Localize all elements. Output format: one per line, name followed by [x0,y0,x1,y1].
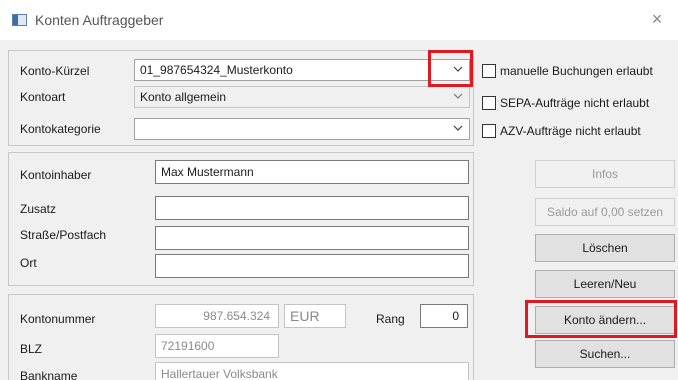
currency-value: EUR [290,308,320,324]
currency-field: EUR [284,304,346,328]
manuelle-buchungen-checkbox[interactable] [482,64,496,78]
blz-value: 72191600 [161,339,215,353]
konto-kuerzel-value: 01_987654324_Musterkonto [140,63,293,77]
sepa-auftraege-checkbox[interactable] [482,96,496,110]
blz-label: BLZ [20,342,43,356]
ort-label: Ort [20,256,37,270]
loeschen-button[interactable]: Löschen [535,234,675,262]
close-button[interactable]: × [646,8,668,30]
konto-kuerzel-label: Konto-Kürzel [20,64,90,78]
kontonummer-label: Kontonummer [20,312,96,326]
title-bar: Konten Auftraggeber × [0,0,678,40]
kontonummer-value: 987.654.324 [203,309,270,323]
kontokategorie-combo[interactable] [134,118,470,140]
window-icon [12,14,27,26]
sepa-auftraege-label[interactable]: SEPA-Aufträge nicht erlaubt [500,96,649,110]
chevron-down-icon[interactable] [447,87,469,107]
kontokategorie-label: Kontokategorie [20,122,101,136]
konto-aendern-button[interactable]: Konto ändern... [535,306,675,334]
kontoinhaber-field[interactable]: Max Mustermann [155,160,469,184]
ort-field[interactable] [155,254,469,278]
strasse-field[interactable] [155,226,469,250]
bankname-field: Hallertauer Volksbank [155,362,469,380]
chevron-down-icon[interactable] [447,119,469,139]
blz-field: 72191600 [155,334,279,358]
kontoart-combo[interactable]: Konto allgemein [134,86,470,108]
kontoart-label: Kontoart [20,90,66,104]
konto-kuerzel-combo[interactable]: 01_987654324_Musterkonto [134,59,470,81]
suchen-button[interactable]: Suchen... [535,340,675,368]
manuelle-buchungen-label[interactable]: manuelle Buchungen erlaubt [500,64,653,78]
kontonummer-field: 987.654.324 [155,304,279,328]
zusatz-label: Zusatz [20,202,57,216]
rang-field[interactable]: 0 [420,304,468,328]
kontoinhaber-label: Kontoinhaber [20,168,92,182]
rang-value: 0 [452,309,459,323]
rang-label: Rang [376,312,405,326]
kontoart-value: Konto allgemein [140,90,227,104]
azv-auftraege-label[interactable]: AZV-Aufträge nicht erlaubt [500,124,641,138]
kontoinhaber-value: Max Mustermann [161,165,254,179]
azv-auftraege-checkbox[interactable] [482,124,496,138]
leeren-neu-button[interactable]: Leeren/Neu [535,270,675,298]
strasse-label: Straße/Postfach [20,228,107,242]
window-title: Konten Auftraggeber [35,12,164,28]
saldo-zuruecksetzen-button[interactable]: Saldo auf 0,00 setzen [535,198,675,226]
zusatz-field[interactable] [155,196,469,220]
chevron-down-icon[interactable] [447,60,469,80]
infos-button[interactable]: Infos [535,160,675,188]
bankname-label: Bankname [20,369,78,380]
bankname-value: Hallertauer Volksbank [161,367,278,380]
